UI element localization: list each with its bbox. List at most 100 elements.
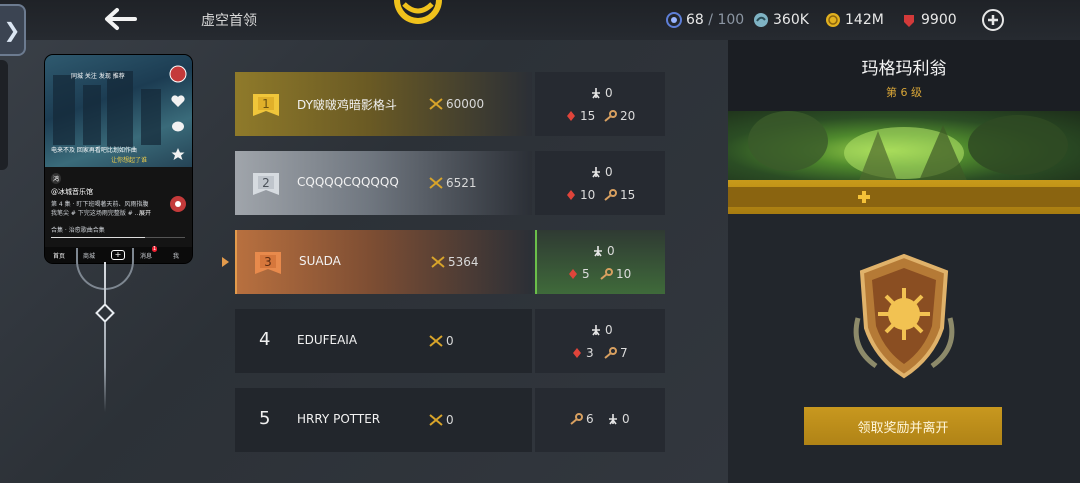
boss-artwork — [728, 111, 1080, 183]
page-title: 虚空首领 — [201, 13, 257, 29]
stat-units: 0 — [590, 86, 613, 100]
nav-me[interactable]: 我 — [173, 251, 179, 260]
gold-amount: 142M — [845, 12, 884, 28]
ranking-row-main: 1 DY啵啵鸡暗影格斗 60000 — [235, 72, 532, 136]
ranking-row-stats: 0 3 7 — [535, 309, 665, 373]
gold-coin-icon — [826, 13, 840, 27]
rank-number: 4 — [259, 329, 271, 350]
video-progress-bar[interactable] — [51, 237, 185, 238]
ranking-row-1[interactable]: 1 DY啵啵鸡暗影格斗 60000 0 15 20 — [235, 72, 665, 136]
heart-icon[interactable] — [171, 95, 185, 108]
crossed-swords-icon — [429, 98, 443, 110]
video-desc-line2: 我笔尖 # 下完这场雨完整版 # ... — [51, 210, 141, 217]
add-currency-icon[interactable] — [982, 9, 1004, 31]
expand-link[interactable]: 展开 — [139, 208, 151, 217]
stat-keys-value: 7 — [620, 346, 628, 360]
player-name: DY啵啵鸡暗影格斗 — [297, 98, 397, 112]
player-name: CQQQQCQQQQQ — [297, 175, 399, 189]
avatar[interactable] — [169, 65, 187, 83]
crossed-swords-icon — [429, 414, 443, 426]
crossed-swords-icon — [431, 256, 445, 268]
unit-icon — [609, 414, 617, 425]
video-caption-sub: 让你想起了谁 — [111, 157, 148, 164]
key-icon — [570, 413, 583, 425]
rank-2-banner-icon: 2 — [253, 173, 279, 195]
stat-keys-value: 15 — [620, 188, 636, 202]
ranking-row-3[interactable]: 3 SUADA 5364 0 5 10 — [235, 230, 665, 294]
silver-counter: 360K — [753, 10, 809, 30]
stat-keys: 20 — [603, 109, 635, 123]
message-badge: 1 — [152, 246, 158, 252]
comment-icon[interactable] — [171, 121, 185, 133]
ranking-row-main: 4 EDUFEAIA 0 — [235, 309, 532, 373]
energy-current: 68 — [686, 12, 704, 28]
floating-video-window[interactable]: 同城 关注 发现 推荐 电来不及 回家再看吧比划如作曲 让你想起了谁 鸿 @冰城… — [45, 55, 192, 263]
score-value: 60000 — [446, 97, 485, 111]
energy-counter: 68 / 100 — [666, 10, 744, 30]
stat-units: 0 — [590, 165, 613, 179]
ranking-row-5[interactable]: 5 HRRY POTTER 0 6 0 — [235, 388, 665, 452]
plus-icon[interactable] — [857, 190, 871, 204]
nav-home[interactable]: 首页 — [53, 251, 65, 260]
unit-icon — [592, 325, 600, 336]
score-value: 0 — [446, 413, 454, 427]
unit-icon — [594, 246, 602, 257]
stat-units-value: 0 — [605, 165, 613, 179]
key-icon — [604, 189, 617, 201]
rank-1-banner-icon: 1 — [253, 94, 279, 116]
phone-top-tabs[interactable]: 同城 关注 发现 推荐 — [71, 71, 125, 80]
stat-crystals-value: 3 — [586, 346, 594, 360]
sun-shield-emblem-icon — [853, 253, 955, 379]
collection-link[interactable]: 合集 · 治愈歌曲合集 — [51, 225, 105, 234]
stat-crystals: 5 — [567, 267, 590, 281]
stat-units: 0 — [592, 244, 615, 258]
stat-crystals: 3 — [571, 346, 594, 360]
stat-crystals: 10 — [565, 188, 595, 202]
nav-messages[interactable]: 消息 — [140, 251, 152, 260]
boss-scene — [748, 111, 1068, 183]
stat-crystals-value: 5 — [582, 267, 590, 281]
silver-coin-icon — [754, 13, 768, 27]
side-strip — [0, 60, 8, 170]
rank-3-banner-icon: 3 — [255, 252, 281, 274]
stat-crystals-value: 10 — [580, 188, 596, 202]
player-score: 5364 — [431, 255, 479, 269]
ranking-row-stats: 0 5 10 — [535, 230, 665, 294]
side-expand-tab[interactable]: ❯ — [0, 4, 26, 56]
unit-icon — [592, 167, 600, 178]
music-disc-icon[interactable] — [169, 195, 187, 213]
star-icon[interactable] — [171, 147, 185, 161]
crossed-swords-icon — [429, 335, 443, 347]
stat-keys: 10 — [599, 267, 631, 281]
stat-units-value: 0 — [605, 86, 613, 100]
ranking-row-4[interactable]: 4 EDUFEAIA 0 0 3 7 — [235, 309, 665, 373]
energy-separator: / — [703, 12, 718, 28]
back-button[interactable] — [100, 4, 140, 34]
video-frame[interactable]: 同城 关注 发现 推荐 电来不及 回家再看吧比划如作曲 让你想起了谁 — [45, 55, 192, 167]
player-score: 0 — [429, 413, 454, 427]
stat-units-value: 0 — [622, 412, 630, 426]
key-icon — [604, 110, 617, 122]
gem-amount: 9900 — [921, 12, 957, 28]
stat-crystals: 15 — [565, 109, 595, 123]
stat-keys-value: 20 — [620, 109, 636, 123]
ranking-row-stats: 0 10 15 — [535, 151, 665, 215]
video-desc-line1: 第 4 集 · 盯下班喝著天前、风雨指腹 — [51, 201, 149, 208]
ranking-row-2[interactable]: 2 CQQQQCQQQQQ 6521 0 10 15 — [235, 151, 665, 215]
stat-keys: 6 — [569, 412, 594, 426]
red-crystal-icon — [573, 348, 581, 358]
stat-keys-value: 10 — [616, 267, 632, 281]
player-name: HRRY POTTER — [297, 412, 381, 426]
unit-icon — [592, 88, 600, 99]
boss-level: 第 6 级 — [886, 86, 922, 99]
claim-reward-button[interactable]: 领取奖励并离开 — [804, 407, 1002, 445]
stat-crystals-value: 15 — [580, 109, 596, 123]
ranking-row-main: 3 SUADA 5364 — [235, 230, 532, 294]
rank-3-number: 3 — [264, 255, 272, 269]
score-value: 0 — [446, 334, 454, 348]
player-score: 6521 — [429, 176, 477, 190]
selected-row-arrow-icon — [222, 257, 229, 267]
channel-name[interactable]: @冰城音乐馆 — [51, 187, 93, 197]
back-arrow-icon — [105, 8, 137, 30]
red-crystal-icon — [569, 269, 577, 279]
